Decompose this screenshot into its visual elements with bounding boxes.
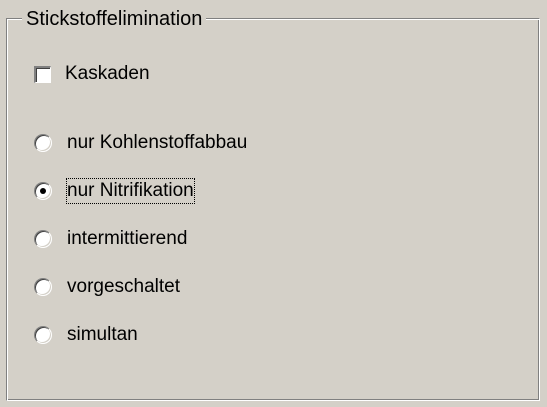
radio-button[interactable]: [34, 278, 52, 296]
radio-label[interactable]: nur Kohlenstoffabbau: [67, 131, 247, 155]
radio-option-intermittierend[interactable]: intermittierend: [34, 227, 247, 251]
radio-option-nur-kohlenstoffabbau[interactable]: nur Kohlenstoffabbau: [34, 131, 247, 155]
radio-button[interactable]: [34, 134, 52, 152]
radio-label[interactable]: vorgeschaltet: [67, 275, 180, 299]
kaskaden-checkbox[interactable]: [34, 65, 51, 83]
radio-option-vorgeschaltet[interactable]: vorgeschaltet: [34, 275, 247, 299]
radio-label[interactable]: nur Nitrifikation: [66, 178, 195, 204]
radio-label[interactable]: simultan: [67, 323, 138, 347]
radio-button[interactable]: [34, 230, 52, 248]
radio-option-nur-nitrifikation[interactable]: nur Nitrifikation: [34, 178, 247, 204]
radio-group: nur Kohlenstoffabbau nur Nitrifikation i…: [34, 131, 247, 371]
kaskaden-label[interactable]: Kaskaden: [65, 62, 150, 86]
group-title: Stickstoffelimination: [22, 8, 207, 30]
radio-button-selected[interactable]: [34, 182, 52, 200]
radio-label[interactable]: intermittierend: [67, 227, 187, 251]
kaskaden-checkbox-row[interactable]: Kaskaden: [34, 61, 150, 87]
radio-button[interactable]: [34, 326, 52, 344]
radio-option-simultan[interactable]: simultan: [34, 323, 247, 347]
